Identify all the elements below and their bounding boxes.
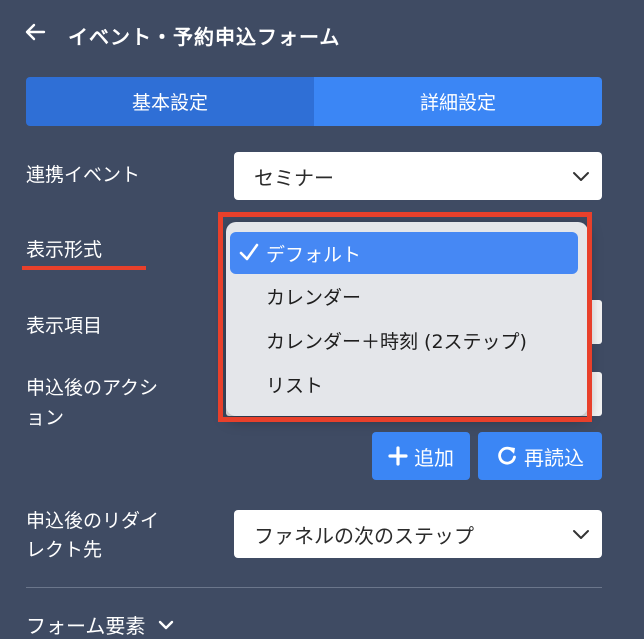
chevron-down-icon [573, 530, 589, 539]
section-divider [26, 587, 602, 588]
reload-button[interactable]: 再読込 [478, 432, 602, 480]
linked-event-value: セミナー [254, 165, 334, 190]
redirect-value: ファネルの次のステップ [254, 523, 474, 548]
display-format-label: 表示形式 [26, 239, 103, 261]
linked-event-select[interactable]: セミナー [234, 152, 602, 200]
reload-button-label: 再読込 [524, 445, 584, 470]
linked-event-label: 連携イベント [26, 164, 141, 186]
display-items-label: 表示項目 [26, 315, 103, 337]
plus-icon [388, 446, 408, 466]
reload-icon [498, 446, 516, 465]
tab-detail-settings[interactable]: 詳細設定 [314, 77, 602, 126]
post-action-label-line1: 申込後のアクシ [26, 377, 159, 399]
redirect-label-line2: レクト先 [26, 539, 103, 561]
chevron-down-icon [159, 620, 174, 629]
chevron-down-icon [573, 172, 589, 181]
display-format-underline [22, 266, 146, 270]
form-elements-label: フォーム要素 [26, 614, 146, 638]
add-button-label: 追加 [414, 445, 454, 470]
arrow-left-icon[interactable] [24, 21, 54, 49]
add-button[interactable]: 追加 [372, 432, 470, 480]
redirect-select[interactable]: ファネルの次のステップ [234, 510, 602, 558]
settings-tabs: 基本設定 詳細設定 [26, 77, 602, 126]
tab-basic-settings[interactable]: 基本設定 [26, 77, 314, 126]
page-header: イベント・予約申込フォーム [24, 18, 340, 52]
highlight-box [218, 212, 592, 422]
redirect-label-line1: 申込後のリダイ [26, 510, 160, 532]
form-elements-toggle[interactable]: フォーム要素 [26, 610, 175, 639]
page-title: イベント・予約申込フォーム [68, 24, 341, 49]
post-action-label-line2: ョン [26, 407, 65, 429]
